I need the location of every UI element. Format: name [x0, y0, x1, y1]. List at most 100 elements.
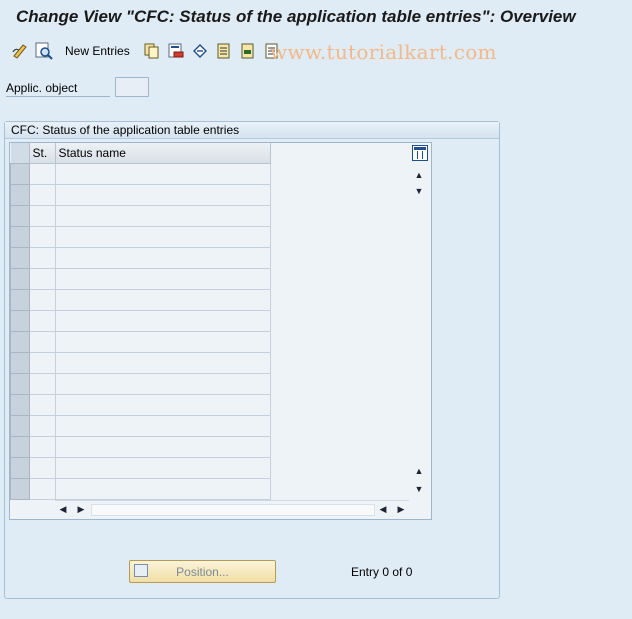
row-selector[interactable] — [10, 352, 30, 374]
cell-status[interactable] — [29, 289, 56, 311]
entry-counter: Entry 0 of 0 — [351, 565, 413, 579]
status-table: St. Status name ▲ ▼ ▲ ▼ ◀ ▶ ◀ ▶ — [9, 142, 432, 520]
applic-object-label: Applic. object — [6, 81, 78, 95]
table-settings-icon[interactable] — [412, 145, 428, 161]
table-row — [10, 184, 271, 206]
cell-status[interactable] — [29, 184, 56, 206]
scroll-page-up-icon[interactable]: ▲ — [411, 464, 427, 478]
horizontal-scrollbar[interactable]: ◀ ▶ ◀ ▶ — [55, 500, 409, 517]
cell-status-name[interactable] — [55, 478, 271, 500]
cell-status[interactable] — [29, 415, 56, 437]
table-row — [10, 289, 271, 311]
table-row — [10, 373, 271, 395]
change-display-icon[interactable] — [11, 42, 29, 60]
cell-status[interactable] — [29, 247, 56, 269]
row-selector[interactable] — [10, 394, 30, 416]
scroll-down-icon[interactable]: ▼ — [411, 184, 427, 198]
cell-status[interactable] — [29, 373, 56, 395]
scroll-right-end-icon[interactable]: ▶ — [393, 502, 409, 516]
table-row — [10, 436, 271, 458]
select-all-icon[interactable] — [215, 42, 233, 60]
table-row — [10, 415, 271, 437]
cell-status[interactable] — [29, 394, 56, 416]
scroll-page-down-icon[interactable]: ▼ — [411, 482, 427, 496]
cell-status-name[interactable] — [55, 289, 271, 311]
cell-status-name[interactable] — [55, 310, 271, 332]
watermark-text: www.tutorialkart.com — [270, 40, 497, 64]
cell-status-name[interactable] — [55, 436, 271, 458]
label-underline — [6, 96, 110, 97]
cell-status-name[interactable] — [55, 457, 271, 479]
scroll-right-icon[interactable]: ▶ — [73, 502, 89, 516]
position-button-label: Position... — [176, 565, 229, 579]
undo-change-icon[interactable] — [191, 42, 209, 60]
groupbox-header: CFC: Status of the application table ent… — [5, 122, 499, 139]
find-icon[interactable] — [35, 42, 53, 60]
row-selector[interactable] — [10, 289, 30, 311]
cell-status-name[interactable] — [55, 373, 271, 395]
cell-status[interactable] — [29, 226, 56, 248]
cell-status[interactable] — [29, 436, 56, 458]
new-entries-button[interactable]: New Entries — [65, 44, 130, 58]
cell-status-name[interactable] — [55, 163, 271, 185]
table-row — [10, 268, 271, 290]
table-row — [10, 226, 271, 248]
table-row — [10, 331, 271, 353]
horizontal-scroll-track[interactable] — [91, 504, 375, 516]
select-all-rows-button[interactable] — [10, 143, 30, 164]
row-selector[interactable] — [10, 163, 30, 185]
table-row — [10, 205, 271, 227]
column-header-status-name[interactable]: Status name — [55, 143, 271, 164]
copy-as-icon[interactable] — [143, 42, 161, 60]
scroll-up-icon[interactable]: ▲ — [411, 168, 427, 182]
row-selector[interactable] — [10, 457, 30, 479]
row-selector[interactable] — [10, 310, 30, 332]
row-selector[interactable] — [10, 247, 30, 269]
cell-status[interactable] — [29, 310, 56, 332]
vertical-scrollbar[interactable]: ▲ ▼ ▲ ▼ — [411, 168, 427, 498]
title-bar: Change View "CFC: Status of the applicat… — [0, 0, 632, 36]
delete-icon[interactable] — [167, 42, 185, 60]
table-row — [10, 310, 271, 332]
row-selector[interactable] — [10, 226, 30, 248]
row-selector[interactable] — [10, 184, 30, 206]
cell-status[interactable] — [29, 163, 56, 185]
scroll-left-end-icon[interactable]: ◀ — [375, 502, 391, 516]
row-selector[interactable] — [10, 478, 30, 500]
table-row — [10, 247, 271, 269]
cell-status[interactable] — [29, 352, 56, 374]
row-selector[interactable] — [10, 268, 30, 290]
row-selector[interactable] — [10, 331, 30, 353]
row-selector[interactable] — [10, 373, 30, 395]
cell-status-name[interactable] — [55, 226, 271, 248]
row-selector[interactable] — [10, 415, 30, 437]
table-row — [10, 352, 271, 374]
row-selector[interactable] — [10, 436, 30, 458]
cell-status-name[interactable] — [55, 415, 271, 437]
cell-status-name[interactable] — [55, 205, 271, 227]
cell-status-name[interactable] — [55, 331, 271, 353]
scroll-left-icon[interactable]: ◀ — [55, 502, 71, 516]
column-header-status[interactable]: St. — [29, 143, 56, 164]
applic-object-input[interactable] — [115, 77, 149, 97]
cell-status[interactable] — [29, 478, 56, 500]
groupbox-title: CFC: Status of the application table ent… — [11, 123, 240, 137]
cell-status[interactable] — [29, 457, 56, 479]
table-header-row: St. Status name — [10, 143, 271, 164]
cell-status-name[interactable] — [55, 394, 271, 416]
table-row — [10, 163, 271, 185]
cell-status[interactable] — [29, 205, 56, 227]
select-block-icon[interactable] — [239, 42, 257, 60]
row-selector[interactable] — [10, 205, 30, 227]
cell-status-name[interactable] — [55, 268, 271, 290]
window-title: Change View "CFC: Status of the applicat… — [16, 7, 576, 26]
position-button[interactable]: Position... — [129, 560, 276, 583]
table-row — [10, 478, 271, 500]
cell-status-name[interactable] — [55, 247, 271, 269]
table-row — [10, 394, 271, 416]
cell-status[interactable] — [29, 268, 56, 290]
cell-status[interactable] — [29, 331, 56, 353]
status-grid: St. Status name — [10, 143, 271, 500]
cell-status-name[interactable] — [55, 184, 271, 206]
cell-status-name[interactable] — [55, 352, 271, 374]
